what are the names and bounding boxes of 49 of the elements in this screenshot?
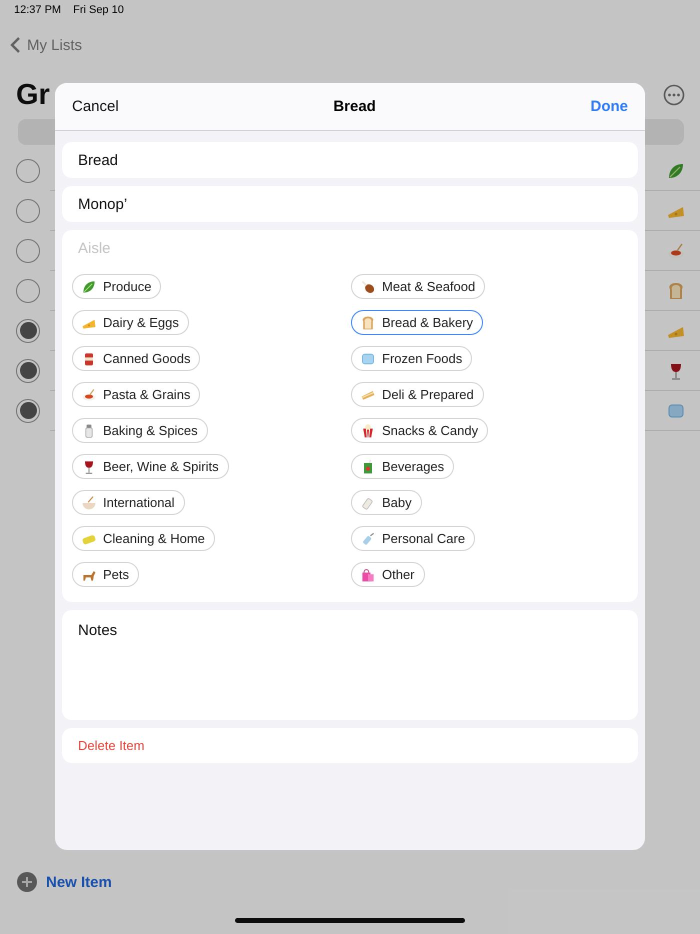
- check-circle[interactable]: [16, 398, 40, 422]
- notes-field[interactable]: Notes: [62, 610, 638, 720]
- pasta-icon: [81, 386, 97, 402]
- plus-icon: [17, 872, 37, 892]
- shopping-bag-icon: [360, 566, 376, 582]
- bread-icon: [360, 314, 376, 330]
- aisle-chip[interactable]: International: [72, 490, 185, 515]
- cancel-button[interactable]: Cancel: [72, 98, 119, 115]
- aisle-chip[interactable]: Pasta & Grains: [72, 382, 200, 407]
- back-button[interactable]: My Lists: [10, 36, 82, 54]
- check-circle[interactable]: [16, 358, 40, 382]
- aisle-chip[interactable]: Personal Care: [351, 526, 476, 551]
- status-date: Fri Sep 10: [73, 4, 124, 18]
- check-circle[interactable]: [16, 238, 40, 262]
- sheet-title: Bread: [333, 98, 376, 115]
- aisle-chip[interactable]: Bread & Bakery: [351, 310, 484, 335]
- aisle-chip[interactable]: Dairy & Eggs: [72, 310, 189, 335]
- aisle-chip[interactable]: Baby: [351, 490, 422, 515]
- aisle-chip[interactable]: Snacks & Candy: [351, 418, 488, 443]
- check-circle[interactable]: [16, 198, 40, 222]
- popcorn-icon: [360, 422, 376, 438]
- store-field[interactable]: Monop’: [62, 186, 638, 222]
- aisle-chip[interactable]: Canned Goods: [72, 346, 200, 371]
- chevron-left-icon: [10, 36, 21, 54]
- aisle-chip[interactable]: Baking & Spices: [72, 418, 208, 443]
- more-icon[interactable]: [663, 84, 685, 106]
- aisle-field[interactable]: Aisle: [62, 230, 294, 260]
- aisle-chip[interactable]: Beer, Wine & Spirits: [72, 454, 229, 479]
- aisle-chip[interactable]: Meat & Seafood: [351, 274, 486, 299]
- aisle-chip[interactable]: Produce: [72, 274, 162, 299]
- drumstick-icon: [360, 278, 376, 294]
- aisle-chip[interactable]: Frozen Foods: [351, 346, 472, 371]
- lotion-icon: [360, 530, 376, 546]
- check-circle[interactable]: [16, 158, 40, 182]
- noodle-bowl-icon: [81, 494, 97, 510]
- aisle-chip[interactable]: Pets: [72, 562, 140, 587]
- delete-button[interactable]: Delete Item: [62, 728, 638, 763]
- done-button[interactable]: Done: [590, 98, 628, 115]
- status-time: 12:37 PM: [14, 4, 62, 18]
- name-field[interactable]: Bread: [62, 142, 638, 178]
- new-item-button[interactable]: New Item: [0, 872, 112, 892]
- list-title: Gr: [16, 78, 50, 112]
- aisle-chip[interactable]: Cleaning & Home: [72, 526, 215, 551]
- check-circle[interactable]: [16, 278, 40, 302]
- aisle-chip[interactable]: Other: [351, 562, 425, 587]
- check-circle[interactable]: [16, 318, 40, 342]
- leaf-icon: [81, 278, 97, 294]
- aisle-chip[interactable]: Deli & Prepared: [351, 382, 484, 407]
- aisle-chip[interactable]: Beverages: [351, 454, 454, 479]
